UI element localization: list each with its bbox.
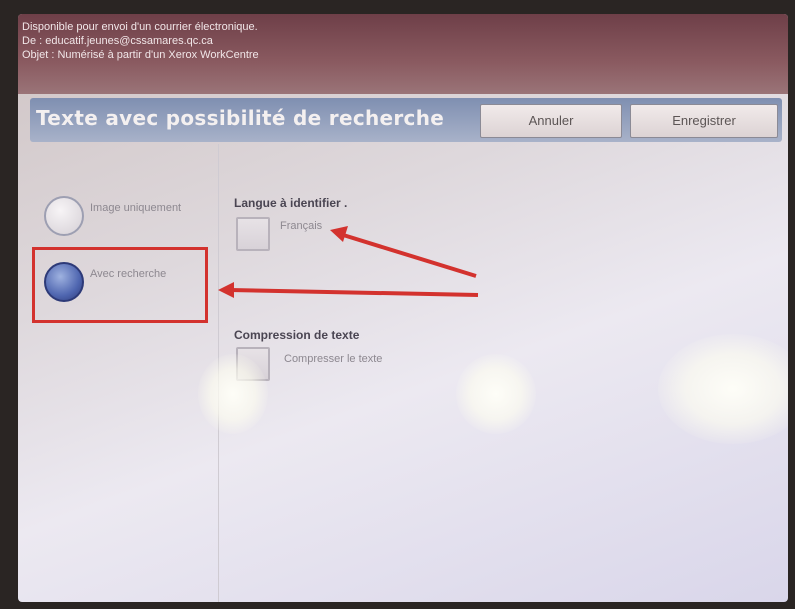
compression-heading: Compression de texte [234,328,360,342]
arrow-head-icon [330,226,348,242]
arrow-to-option [229,288,479,297]
language-option-label: Français [280,220,323,232]
mode-panel: Image uniquement Avec recherche [30,144,219,602]
subject-text: Objet : Numérisé à partir d'un Xerox Wor… [22,49,259,61]
highlight-box [32,247,208,323]
radio-label: Image uniquement [90,202,182,214]
compression-option-label: Compresser le texte [284,353,383,365]
arrow-to-language [339,232,477,278]
cancel-button[interactable]: Annuler [480,104,622,138]
sender-text: De : educatif.jeunes@cssamares.qc.ca [22,35,213,47]
title-bar: Texte avec possibilité de recherche Annu… [30,98,782,142]
email-info-header: Disponible pour envoi d'un courrier élec… [18,14,788,94]
arrow-head-icon [218,282,234,298]
page-title: Texte avec possibilité de recherche [36,106,445,130]
radio-button[interactable] [44,196,84,236]
save-button[interactable]: Enregistrer [630,104,778,138]
language-checkbox[interactable] [236,217,270,251]
language-heading: Langue à identifier . [234,196,348,210]
radio-image-only[interactable]: Image uniquement [44,196,214,236]
touch-screen: Disponible pour envoi d'un courrier élec… [18,14,788,602]
compression-checkbox[interactable] [236,347,270,381]
availability-text: Disponible pour envoi d'un courrier élec… [22,21,258,33]
